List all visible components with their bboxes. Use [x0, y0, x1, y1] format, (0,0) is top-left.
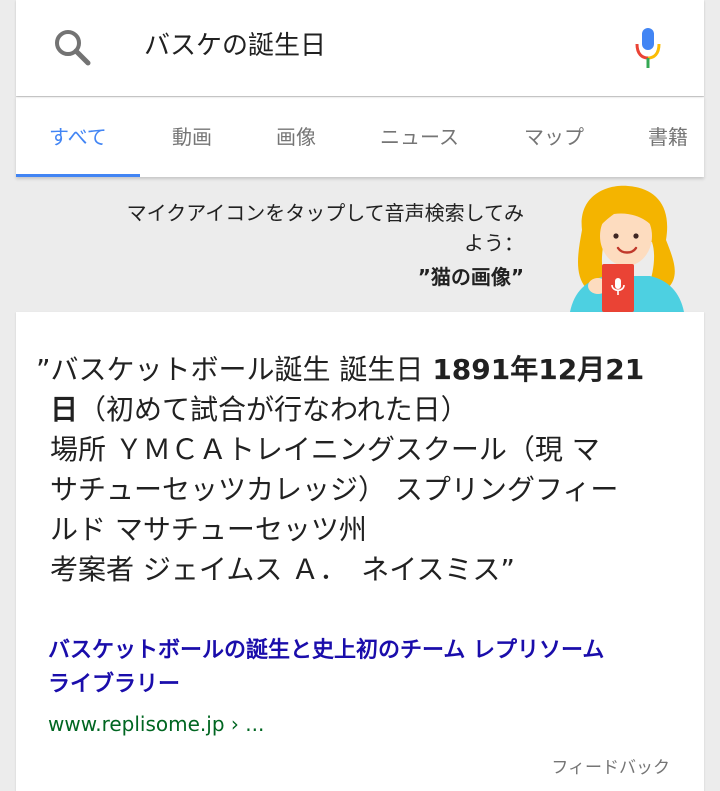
- snippet-line-5: ルド マサチューセッツ州: [50, 513, 367, 546]
- tab-videos[interactable]: 動画: [172, 97, 212, 177]
- snippet-birthdate-end: 日: [50, 393, 79, 426]
- search-box[interactable]: バスケの誕生日: [16, 0, 704, 96]
- promo-text: マイクアイコンをタップして音声検索してみ よう：: [4, 198, 524, 258]
- featured-snippet-text: ”バスケットボール誕生 誕生日 1891年12月21 日（初めて試合が行なわれた…: [36, 350, 686, 590]
- active-tab-indicator: [16, 174, 140, 177]
- snippet-line-1-prefix: ”バスケットボール誕生 誕生日: [36, 353, 433, 386]
- mic-icon[interactable]: [632, 24, 664, 72]
- tab-books[interactable]: 書籍: [648, 97, 688, 177]
- promo-example-query: ”猫の画像”: [417, 265, 524, 289]
- snippet-line-1: ”バスケットボール誕生 誕生日 1891年12月21: [36, 350, 686, 390]
- result-title-line2[interactable]: ライブラリー: [48, 672, 180, 697]
- feedback-link[interactable]: フィードバック: [551, 756, 670, 780]
- featured-snippet-card: ”バスケットボール誕生 誕生日 1891年12月21 日（初めて試合が行なわれた…: [16, 312, 704, 791]
- tab-all[interactable]: すべて: [49, 97, 107, 177]
- tab-maps[interactable]: マップ: [524, 97, 584, 177]
- result-title-link[interactable]: バスケットボールの誕生と史上初のチーム レプリソーム ライブラリー: [48, 634, 668, 702]
- tab-news[interactable]: ニュース: [380, 97, 459, 177]
- search-icon[interactable]: [52, 27, 92, 67]
- result-title-line1[interactable]: バスケットボールの誕生と史上初のチーム レプリソーム: [48, 638, 604, 663]
- voice-search-promo: マイクアイコンをタップして音声検索してみ よう： ”猫の画像”: [16, 176, 704, 312]
- snippet-line-6: 考案者 ジェイムス Ａ． ネイスミス”: [50, 553, 515, 586]
- promo-text-line1: マイクアイコンをタップして音声検索してみ: [126, 201, 524, 225]
- result-url[interactable]: www.replisome.jp › ...: [48, 710, 264, 738]
- snippet-line-2: 日（初めて試合が行なわれた日）: [36, 390, 686, 430]
- snippet-birthdate: 1891年12月21: [432, 353, 645, 386]
- promo-text-line2: よう：: [464, 231, 524, 255]
- snippet-line-4: サチューセッツカレッジ） スプリングフィー: [50, 473, 619, 506]
- search-query[interactable]: バスケの誕生日: [144, 28, 326, 64]
- snippet-line-3: 場所 ＹＭＣＡトレイニングスクール（現 マ: [50, 433, 600, 466]
- tab-images[interactable]: 画像: [276, 97, 316, 177]
- woman-with-mic-illustration: [570, 185, 684, 312]
- snippet-line-2-rest: （初めて試合が行なわれた日）: [78, 393, 469, 426]
- search-tabs: すべて 動画 画像 ニュース マップ 書籍: [16, 96, 704, 177]
